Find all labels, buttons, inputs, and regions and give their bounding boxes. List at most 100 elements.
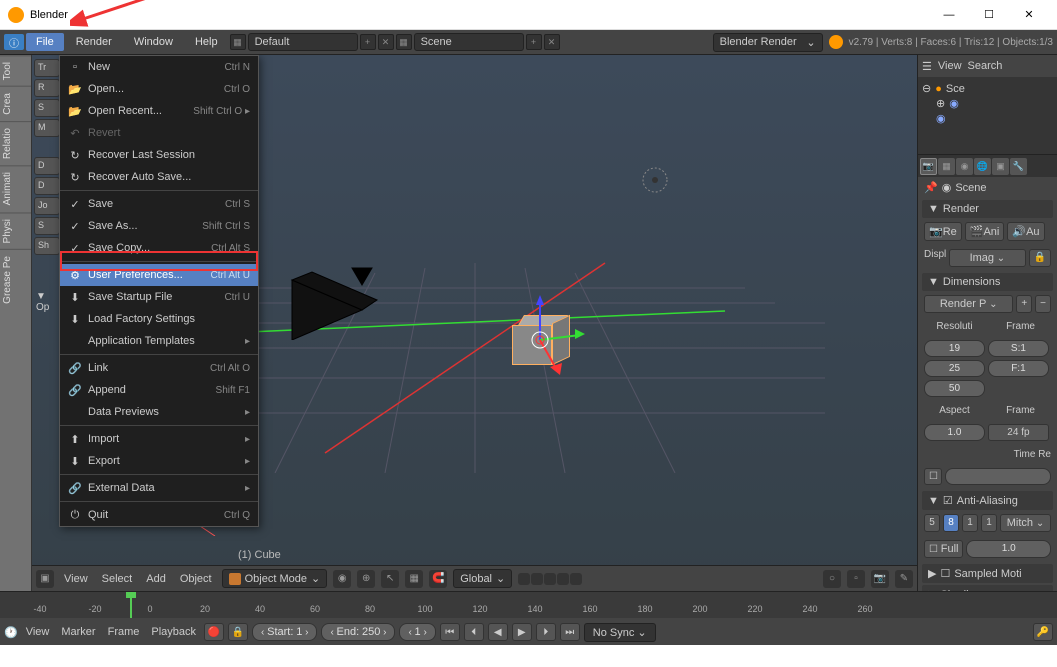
3d-manipulator[interactable] <box>495 295 585 385</box>
frame-end[interactable]: F:1 <box>988 360 1049 377</box>
file-menu-user-preferences[interactable]: ⚙User Preferences...Ctrl Alt U <box>60 264 258 286</box>
audio-button[interactable]: 🔊Au <box>1007 222 1044 241</box>
file-menu-quit[interactable]: ⏻QuitCtrl Q <box>60 504 258 526</box>
close-button[interactable]: ✕ <box>1009 1 1049 29</box>
file-menu-save-startup-file[interactable]: ⬇Save Startup FileCtrl U <box>60 286 258 308</box>
file-menu-save[interactable]: ✓SaveCtrl S <box>60 193 258 215</box>
viewport-menu-view[interactable]: View <box>60 573 92 585</box>
orientation-selector[interactable]: Global⌄ <box>453 569 512 588</box>
tool-rotate[interactable]: R <box>34 79 60 97</box>
menu-render[interactable]: Render <box>66 33 122 51</box>
fps-selector[interactable]: 24 fp <box>988 424 1049 441</box>
file-menu-revert[interactable]: ↶Revert <box>60 122 258 144</box>
tool-translate[interactable]: Tr <box>34 59 60 77</box>
render-button[interactable]: 📷Re <box>924 222 962 241</box>
play-button[interactable]: ▶ <box>512 623 532 641</box>
shading-panel-header[interactable]: ▶Shading <box>922 585 1053 591</box>
timeline-menu-marker[interactable]: Marker <box>57 626 99 638</box>
tab-object-props[interactable]: ▣ <box>992 158 1009 175</box>
tab-relations[interactable]: Relatio <box>0 121 31 165</box>
info-editor-icon[interactable]: ⓘ <box>4 34 24 50</box>
dimensions-panel-header[interactable]: ▼Dimensions <box>922 273 1053 291</box>
tool-set-origin[interactable]: S <box>34 217 60 235</box>
camera-object[interactable] <box>282 260 402 340</box>
frame-start-field[interactable]: ‹ Start: 1 › <box>252 623 317 641</box>
layout-selector[interactable]: Default <box>248 33 358 51</box>
preset-add-button[interactable]: + <box>1016 295 1032 313</box>
auto-keyframe-button[interactable]: 🔴 <box>204 623 224 641</box>
menu-window[interactable]: Window <box>124 33 183 51</box>
tool-mirror[interactable]: M <box>34 119 60 137</box>
lamp-object[interactable] <box>640 165 670 195</box>
tool-duplicate[interactable]: D <box>34 157 60 175</box>
resolution-x[interactable]: 19 <box>924 340 985 357</box>
layer-buttons[interactable] <box>518 573 582 585</box>
snap-element-icon[interactable]: ▫ <box>847 570 865 588</box>
manipulator-toggle-icon[interactable]: ↖ <box>381 570 399 588</box>
snap-icon[interactable]: 🧲 <box>429 570 447 588</box>
timeline-menu-frame[interactable]: Frame <box>104 626 144 638</box>
aa-8[interactable]: 8 <box>943 514 959 532</box>
viewport-menu-object[interactable]: Object <box>176 573 216 585</box>
file-menu-save-copy[interactable]: ✓Save Copy...Ctrl Alt S <box>60 237 258 259</box>
layers-icon[interactable]: ▦ <box>405 570 423 588</box>
tab-render-props[interactable]: 📷 <box>920 158 937 175</box>
outliner-search[interactable]: Search <box>968 60 1003 72</box>
file-menu-application-templates[interactable]: Application Templates ▸ <box>60 330 258 352</box>
render-engine-selector[interactable]: Blender Render⌄ <box>713 33 823 52</box>
aa-full-checkbox[interactable]: ☐ Full <box>924 540 963 558</box>
file-menu-open-recent[interactable]: 📂Open Recent...Shift Ctrl O ▸ <box>60 100 258 122</box>
timeline-editor-icon[interactable]: 🕐 <box>4 626 18 639</box>
frame-start[interactable]: S:1 <box>988 340 1049 357</box>
keyframe-prev-button[interactable]: ⏴ <box>464 623 484 641</box>
timeline-menu-view[interactable]: View <box>22 626 54 638</box>
render-preview-icon[interactable]: 📷 <box>871 570 889 588</box>
aa-size[interactable]: 1.0 <box>966 540 1051 558</box>
file-menu-data-previews[interactable]: Data Previews ▸ <box>60 401 258 423</box>
tool-scale[interactable]: S <box>34 99 60 117</box>
tab-physics[interactable]: Physi <box>0 212 31 249</box>
tab-modifiers[interactable]: 🔧 <box>1010 158 1027 175</box>
frame-end-field[interactable]: ‹ End: 250 › <box>321 623 395 641</box>
display-mode-selector[interactable]: Imag ⌄ <box>949 249 1025 267</box>
border-checkbox[interactable]: ☐ <box>924 468 942 485</box>
aa-11[interactable]: 1 <box>962 514 978 532</box>
time-remap-value[interactable] <box>945 468 1051 485</box>
editor-type-icon[interactable]: ▣ <box>36 570 54 588</box>
aspect-x[interactable]: 1.0 <box>924 424 985 441</box>
file-menu-export[interactable]: ⬇Export ▸ <box>60 450 258 472</box>
lock-interface-button[interactable]: 🔒 <box>1029 249 1051 267</box>
play-reverse-button[interactable]: ◀ <box>488 623 508 641</box>
layout-add-button[interactable]: + <box>360 34 376 50</box>
file-menu-load-factory-settings[interactable]: ⬇Load Factory Settings <box>60 308 258 330</box>
jump-end-button[interactable]: ⏭ <box>560 623 580 641</box>
preset-remove-button[interactable]: − <box>1035 295 1051 313</box>
antialiasing-panel-header[interactable]: ▼☑Anti-Aliasing <box>922 491 1053 510</box>
file-menu-link[interactable]: 🔗LinkCtrl Alt O <box>60 357 258 379</box>
scene-remove-button[interactable]: ✕ <box>544 34 560 50</box>
minimize-button[interactable]: — <box>929 1 969 29</box>
outliner-tree[interactable]: ⊖●Sce ⊕◉ ◉ <box>918 77 1057 130</box>
tab-grease-pencil[interactable]: Grease Pe <box>0 249 31 310</box>
tab-tools[interactable]: Tool <box>0 55 31 86</box>
tab-world-props[interactable]: 🌐 <box>974 158 991 175</box>
shading-mode-icon[interactable]: ◉ <box>333 570 351 588</box>
resolution-y[interactable]: 25 <box>924 360 985 377</box>
file-menu-external-data[interactable]: 🔗External Data ▸ <box>60 477 258 499</box>
gpencil-icon[interactable]: ✎ <box>895 570 913 588</box>
aa-filter-selector[interactable]: Mitch ⌄ <box>1000 514 1051 532</box>
timeline-ruler[interactable]: -40-200204060801001201401601802002202402… <box>0 592 1057 618</box>
viewport-menu-select[interactable]: Select <box>98 573 137 585</box>
timeline-menu-playback[interactable]: Playback <box>147 626 200 638</box>
keyframe-next-button[interactable]: ⏵ <box>536 623 556 641</box>
mode-selector[interactable]: Object Mode⌄ <box>222 569 328 588</box>
file-menu-recover-last-session[interactable]: ↻Recover Last Session <box>60 144 258 166</box>
file-menu-save-as[interactable]: ✓Save As...Shift Ctrl S <box>60 215 258 237</box>
scene-add-button[interactable]: + <box>526 34 542 50</box>
aa-5[interactable]: 5 <box>924 514 940 532</box>
menu-file[interactable]: File <box>26 33 64 51</box>
layout-browse-icon[interactable]: ▦ <box>230 34 246 50</box>
sync-mode-selector[interactable]: No Sync ⌄ <box>584 623 656 642</box>
outliner-editor-icon[interactable]: ☰ <box>922 60 932 73</box>
pivot-icon[interactable]: ⊕ <box>357 570 375 588</box>
